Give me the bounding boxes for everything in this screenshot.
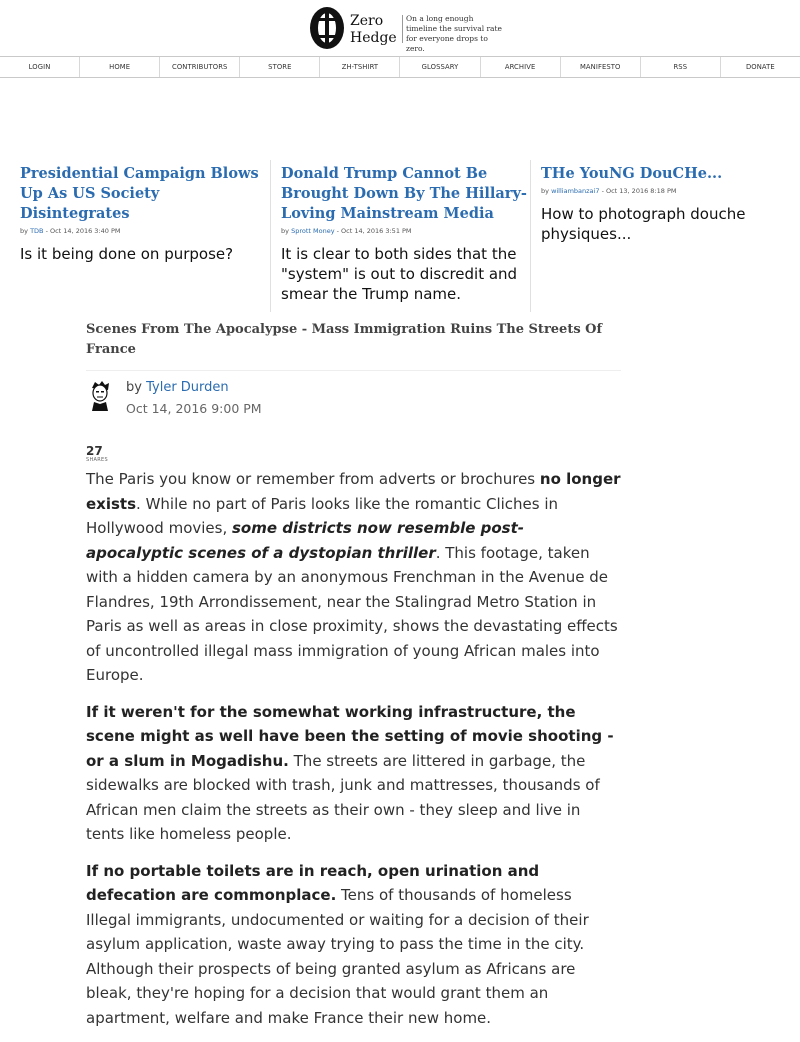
p3-text: Tens of thousands of homeless Illegal im… bbox=[86, 886, 589, 1027]
featured-author-1[interactable]: TDB bbox=[30, 227, 43, 235]
featured-date-3: - Oct 13, 2016 8:18 PM bbox=[601, 187, 677, 195]
featured-date-1: - Oct 14, 2016 3:40 PM bbox=[45, 227, 121, 235]
article-byline: by Tyler Durden Oct 14, 2016 9:00 PM bbox=[86, 379, 621, 441]
zero-hedge-logo-icon bbox=[310, 7, 344, 49]
site-header: Zero Hedge On a long enough timeline the… bbox=[0, 0, 800, 56]
nav-login[interactable]: LOGIN bbox=[0, 57, 81, 77]
nav-glossary[interactable]: GLOSSARY bbox=[400, 57, 481, 77]
featured-by-1: by bbox=[20, 227, 28, 235]
featured-story-1: Presidential Campaign Blows Up As US Soc… bbox=[20, 160, 265, 264]
featured-teaser-3: How to photograph douche physiques... bbox=[541, 205, 746, 243]
logo-divider bbox=[402, 15, 403, 43]
featured-author-3[interactable]: williambanzai7 bbox=[551, 187, 599, 195]
featured-title-1[interactable]: Presidential Campaign Blows Up As US Soc… bbox=[20, 164, 265, 224]
featured-teaser-1: Is it being done on purpose? bbox=[20, 245, 234, 263]
article-title: Scenes From The Apocalypse - Mass Immigr… bbox=[86, 320, 621, 371]
p1-text-a: The Paris you know or remember from adve… bbox=[86, 470, 540, 488]
featured-meta-1: by TDB - Oct 14, 2016 3:40 PM bbox=[20, 226, 265, 236]
nav-store[interactable]: STORE bbox=[240, 57, 321, 77]
article-by: by bbox=[126, 380, 142, 395]
featured-title-3[interactable]: THe YouNG DouCHe... bbox=[541, 164, 800, 184]
article-paragraph-1: The Paris you know or remember from adve… bbox=[86, 467, 621, 688]
nav-donate[interactable]: DONATE bbox=[721, 57, 800, 77]
nav-archive[interactable]: ARCHIVE bbox=[481, 57, 561, 77]
article: Scenes From The Apocalypse - Mass Immigr… bbox=[86, 320, 621, 1042]
nav-zh-tshirt[interactable]: ZH-TSHIRT bbox=[320, 57, 401, 77]
nav-rss[interactable]: RSS bbox=[641, 57, 721, 77]
shares-label: SHARES bbox=[86, 457, 108, 463]
logo-wordmark: Zero Hedge bbox=[350, 13, 397, 47]
article-date: Oct 14, 2016 9:00 PM bbox=[126, 401, 262, 416]
nav-home[interactable]: HOME bbox=[80, 57, 161, 77]
share-counter: 27 SHARES bbox=[86, 445, 621, 467]
article-paragraph-3: If no portable toilets are in reach, ope… bbox=[86, 859, 621, 1031]
featured-teaser-2: It is clear to both sides that the "syst… bbox=[281, 245, 518, 303]
article-author-link[interactable]: Tyler Durden bbox=[146, 380, 229, 395]
featured-date-2: - Oct 14, 2016 3:51 PM bbox=[336, 227, 412, 235]
main-nav: LOGIN HOME CONTRIBUTORS STORE ZH-TSHIRT … bbox=[0, 56, 800, 78]
featured-meta-2: by Sprott Money - Oct 14, 2016 3:51 PM bbox=[281, 226, 536, 236]
featured-title-2[interactable]: Donald Trump Cannot Be Brought Down By T… bbox=[281, 164, 536, 224]
nav-contributors[interactable]: CONTRIBUTORS bbox=[160, 57, 241, 77]
site-tagline: On a long enough timeline the survival r… bbox=[406, 14, 502, 53]
featured-meta-3: by williambanzai7 - Oct 13, 2016 8:18 PM bbox=[541, 186, 800, 196]
logo-name-line2: Hedge bbox=[350, 30, 397, 46]
site-logo[interactable]: Zero Hedge On a long enough timeline the… bbox=[308, 5, 508, 53]
article-author-line: by Tyler Durden bbox=[126, 379, 229, 397]
nav-manifesto[interactable]: MANIFESTO bbox=[561, 57, 641, 77]
article-paragraph-2: If it weren't for the somewhat working i… bbox=[86, 700, 621, 847]
featured-story-3: THe YouNG DouCHe... by williambanzai7 - … bbox=[530, 160, 800, 312]
featured-author-2[interactable]: Sprott Money bbox=[291, 227, 334, 235]
featured-by-2: by bbox=[281, 227, 289, 235]
logo-name-line1: Zero bbox=[350, 13, 384, 29]
p1-text-e: . This footage, taken with a hidden came… bbox=[86, 543, 618, 685]
author-avatar-icon[interactable] bbox=[86, 379, 114, 411]
shares-count: 27 bbox=[86, 444, 103, 458]
featured-story-2: Donald Trump Cannot Be Brought Down By T… bbox=[270, 160, 536, 312]
featured-by-3: by bbox=[541, 187, 549, 195]
